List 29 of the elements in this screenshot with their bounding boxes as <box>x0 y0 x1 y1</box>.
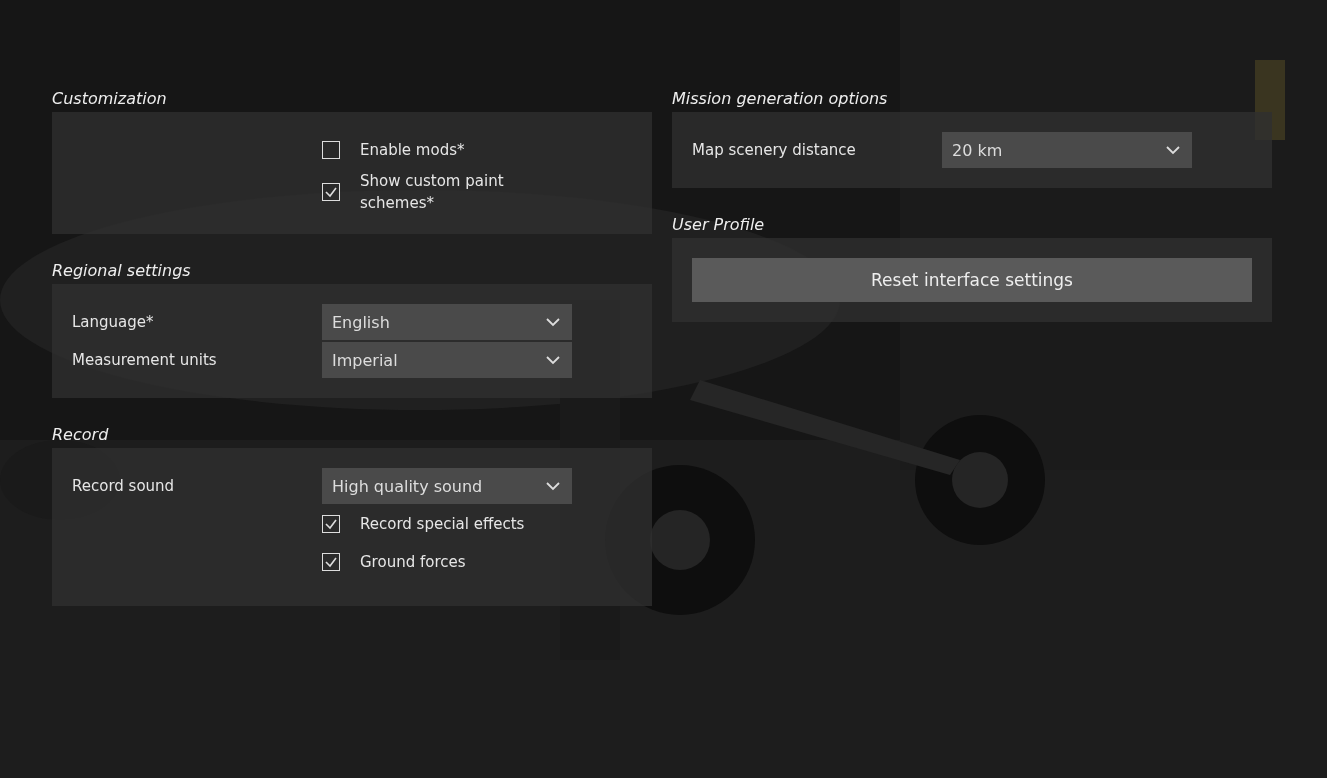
section-title: Regional settings <box>52 259 192 282</box>
reset-button[interactable]: Reset interface settings <box>692 258 1252 302</box>
checkbox-label: Record special effects <box>360 514 526 535</box>
dropdown[interactable]: High quality sound <box>322 468 572 504</box>
section-title: Customization <box>52 87 168 110</box>
dropdown[interactable]: English <box>322 304 572 340</box>
chevron-down-icon <box>546 355 560 365</box>
setting-label: Map scenery distance <box>692 141 857 159</box>
chevron-down-icon <box>546 317 560 327</box>
setting-label: Measurement units <box>72 351 218 369</box>
checkbox-label: Ground forces <box>360 552 467 573</box>
dropdown[interactable]: 20 km <box>942 132 1192 168</box>
checkbox[interactable] <box>322 141 340 159</box>
section-title: Mission generation options <box>672 87 889 110</box>
checkbox-label: Enable mods* <box>360 140 466 161</box>
setting-label: Record sound <box>72 477 176 495</box>
section-title: Record <box>52 423 110 446</box>
checkbox[interactable] <box>322 183 340 201</box>
checkbox-label: Show custom paint schemes* <box>360 171 505 214</box>
checkmark-icon <box>324 555 338 569</box>
checkmark-icon <box>324 185 338 199</box>
dropdown[interactable]: Imperial <box>322 342 572 378</box>
section-title: User Profile <box>672 213 766 236</box>
checkbox[interactable] <box>322 553 340 571</box>
checkmark-icon <box>324 517 338 531</box>
checkbox[interactable] <box>322 515 340 533</box>
setting-label: Language* <box>72 313 155 331</box>
chevron-down-icon <box>546 481 560 491</box>
chevron-down-icon <box>1166 145 1180 155</box>
